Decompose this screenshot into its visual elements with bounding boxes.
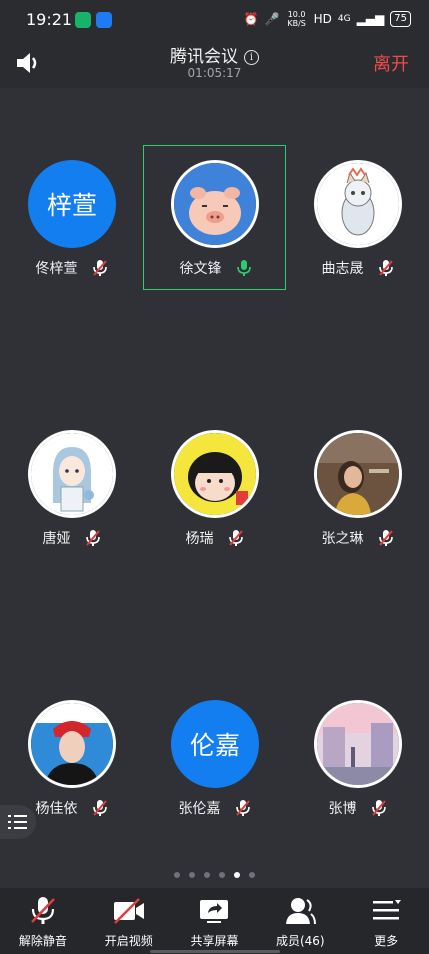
photo-girl-avatar-image <box>317 433 399 515</box>
participant-tile[interactable]: 唐娅 <box>0 415 143 560</box>
microphone-status-icon: 🎤 <box>264 12 280 26</box>
page-dot[interactable] <box>174 872 180 878</box>
hd-label: HD <box>313 12 332 26</box>
avatar <box>28 700 116 788</box>
page-dot[interactable] <box>219 872 225 878</box>
status-bar: 19:21 ⏰ 🎤 10.0 KB/S HD 4G ▂▄▆ 75 <box>0 0 429 40</box>
participant-name: 佟梓萱 <box>35 261 78 277</box>
participant-name: 杨佳依 <box>35 801 78 817</box>
participant-name: 张博 <box>328 801 357 817</box>
battery-icon: 75 <box>390 11 411 27</box>
avatar <box>314 700 402 788</box>
participant-tile[interactable]: 伦嘉 张伦嘉 <box>143 685 286 830</box>
participant-name: 曲志晟 <box>321 261 364 277</box>
meeting-timer: 01:05:17 <box>187 66 242 80</box>
avatar: 伦嘉 <box>171 700 259 788</box>
members-button[interactable]: 成员(46) <box>257 888 343 954</box>
page-dot[interactable] <box>249 872 255 878</box>
mic-muted-icon <box>228 530 243 546</box>
home-indicator <box>150 950 280 953</box>
participant-name: 张伦嘉 <box>178 801 221 817</box>
unmute-button[interactable]: 解除静音 <box>0 888 86 954</box>
participant-tile[interactable]: 张博 <box>286 685 429 830</box>
avatar <box>314 160 402 248</box>
status-indicators: ⏰ 🎤 10.0 KB/S HD 4G ▂▄▆ 75 <box>244 10 411 28</box>
cartoon-girl-avatar-image <box>174 433 256 515</box>
participant-tile[interactable]: 曲志晟 <box>286 145 429 290</box>
meeting-title-group[interactable]: 腾讯会议 i <box>0 42 429 67</box>
participant-tile[interactable]: 张之琳 <box>286 415 429 560</box>
signal-bars-icon: ▂▄▆ <box>356 12 385 26</box>
side-panel-toggle[interactable] <box>0 805 36 839</box>
members-label: 成员(46) <box>275 934 325 948</box>
participant-tile-active[interactable]: 徐文锋 <box>143 145 286 290</box>
meeting-header: 腾讯会议 i 01:05:17 离开 <box>0 40 429 88</box>
avatar: 梓萱 <box>28 160 116 248</box>
page-indicator[interactable] <box>0 872 429 878</box>
meeting-title: 腾讯会议 <box>170 47 238 67</box>
alarm-icon: ⏰ <box>243 12 259 26</box>
street-painting-avatar-image <box>317 703 399 785</box>
mic-active-icon <box>236 260 251 276</box>
participant-name: 徐文锋 <box>179 261 222 277</box>
share-screen-button[interactable]: 共享屏幕 <box>172 888 258 954</box>
more-button[interactable]: 更多 <box>343 888 429 954</box>
signal-label: 4G <box>337 14 351 24</box>
mic-muted-icon <box>235 800 250 816</box>
mic-muted-icon <box>30 897 55 924</box>
network-speed: 10.0 KB/S <box>287 10 306 28</box>
mic-muted-icon <box>371 800 386 816</box>
mic-muted-icon <box>378 530 393 546</box>
avatar <box>28 430 116 518</box>
mic-muted-icon <box>85 530 100 546</box>
photo-man-avatar-image <box>31 703 113 785</box>
start-video-button[interactable]: 开启视频 <box>86 888 172 954</box>
avatar <box>171 160 259 248</box>
anime-girl-avatar-image <box>31 433 113 515</box>
unmute-label: 解除静音 <box>18 934 67 948</box>
bottom-toolbar: 解除静音 开启视频 共享屏幕 成员(46) 更多 <box>0 888 429 954</box>
mic-muted-icon <box>92 260 107 276</box>
mic-muted-icon <box>92 800 107 816</box>
participant-name: 张之琳 <box>321 531 364 547</box>
leave-button[interactable]: 离开 <box>373 50 409 76</box>
mic-muted-icon <box>378 260 393 276</box>
more-menu-icon <box>373 900 402 920</box>
info-icon[interactable]: i <box>244 50 259 65</box>
page-dot-current[interactable] <box>234 872 240 878</box>
participant-name: 杨瑞 <box>185 531 214 547</box>
camera-off-icon <box>113 898 144 924</box>
app-notification-icon <box>75 12 91 28</box>
status-time: 19:21 <box>26 10 73 29</box>
list-icon <box>8 815 27 829</box>
share-screen-icon <box>200 900 229 923</box>
participant-tile[interactable]: 梓萱 佟梓萱 <box>0 145 143 290</box>
avatar <box>314 430 402 518</box>
share-screen-label: 共享屏幕 <box>190 934 239 948</box>
members-icon <box>286 898 317 925</box>
more-label: 更多 <box>374 934 399 948</box>
participant-name: 唐娅 <box>42 531 71 547</box>
cat-avatar-image <box>317 163 399 245</box>
android-notification-icon <box>96 12 112 28</box>
participant-tile[interactable]: 杨瑞 <box>143 415 286 560</box>
page-dot[interactable] <box>189 872 195 878</box>
pig-avatar-image <box>174 163 256 245</box>
avatar <box>171 430 259 518</box>
start-video-label: 开启视频 <box>104 934 153 948</box>
page-dot[interactable] <box>204 872 210 878</box>
